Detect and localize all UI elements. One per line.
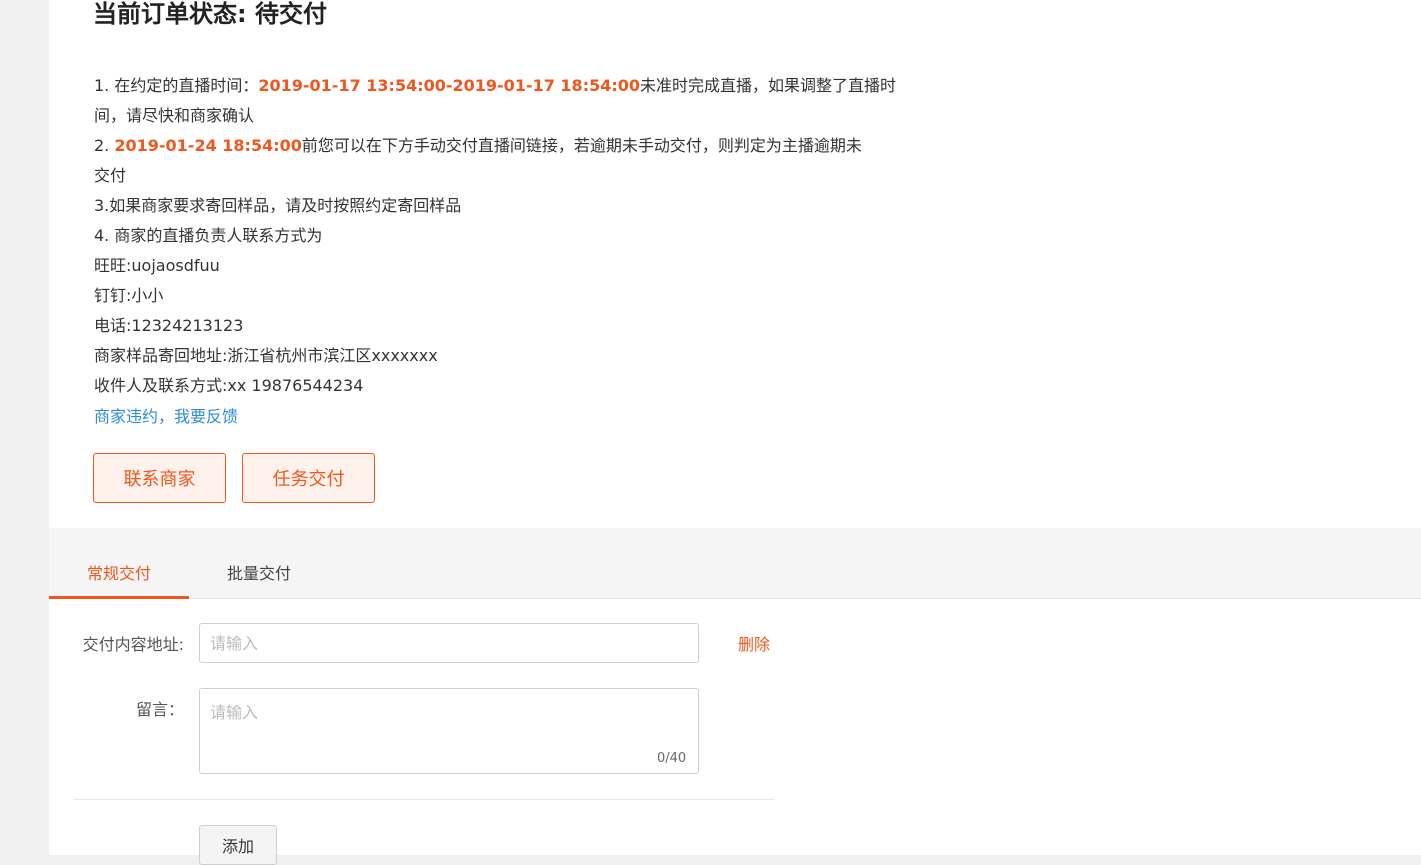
main-content: 当前订单状态: 待交付 1. 在约定的直播时间：2019-01-17 13:54… bbox=[49, 0, 1421, 865]
note-line-3: 3.如果商家要求寄回样品，请及时按照约定寄回样品 bbox=[94, 196, 462, 215]
message-label: 留言： bbox=[135, 700, 184, 719]
live-time-range: 2019-01-17 13:54:00-2019-01-17 18:54:00 bbox=[258, 76, 641, 95]
message-textarea[interactable] bbox=[199, 688, 699, 774]
order-notes: 1. 在约定的直播时间：2019-01-17 13:54:00-2019-01-… bbox=[94, 71, 899, 433]
note-text: 2. bbox=[94, 136, 115, 155]
task-deliver-button[interactable]: 任务交付 bbox=[242, 453, 375, 503]
delivery-url-label: 交付内容地址: bbox=[82, 635, 184, 654]
contact-wangwang: 旺旺:uojaosdfuu bbox=[94, 256, 220, 275]
note-line-2-cont: 交付 bbox=[94, 166, 127, 185]
return-address: 商家样品寄回地址:浙江省杭州市滨江区xxxxxxx bbox=[94, 346, 438, 365]
order-status-title: 当前订单状态: 待交付 bbox=[93, 0, 327, 28]
add-button[interactable]: 添加 bbox=[199, 825, 277, 865]
message-char-counter: 0/40 bbox=[657, 751, 687, 766]
form-divider bbox=[74, 799, 774, 800]
tab-regular-delivery[interactable]: 常规交付 bbox=[49, 552, 189, 599]
note-line-4: 4. 商家的直播负责人联系方式为 bbox=[94, 226, 323, 245]
recipient-info: 收件人及联系方式:xx 19876544234 bbox=[94, 376, 364, 395]
note-line-1: 1. 在约定的直播时间：2019-01-17 13:54:00-2019-01-… bbox=[94, 71, 899, 101]
delete-link[interactable]: 删除 bbox=[738, 631, 770, 655]
note-line-1-cont: 间，请尽快和商家确认 bbox=[94, 106, 255, 125]
contact-dingding: 钉钉:小小 bbox=[94, 286, 164, 305]
contact-phone: 电话:12324213123 bbox=[94, 316, 244, 335]
contact-merchant-button[interactable]: 联系商家 bbox=[93, 453, 226, 503]
note-line-2: 2. 2019-01-24 18:54:00前您可以在下方手动交付直播间链接，若… bbox=[94, 131, 899, 161]
order-status-panel: 当前订单状态: 待交付 1. 在约定的直播时间：2019-01-17 13:54… bbox=[49, 0, 1421, 528]
delivery-url-input[interactable] bbox=[199, 623, 699, 663]
delivery-deadline: 2019-01-24 18:54:00 bbox=[114, 136, 302, 155]
note-text: 前您可以在下方手动交付直播间链接，若逾期未手动交付，则判定为主播逾期未 bbox=[301, 136, 862, 155]
note-text: 1. 在约定的直播时间： bbox=[94, 76, 259, 95]
feedback-link[interactable]: 商家违约，我要反馈 bbox=[94, 407, 238, 426]
tab-batch-delivery[interactable]: 批量交付 bbox=[189, 552, 329, 596]
note-text: 未准时完成直播，如果调整了直播时 bbox=[640, 76, 897, 95]
